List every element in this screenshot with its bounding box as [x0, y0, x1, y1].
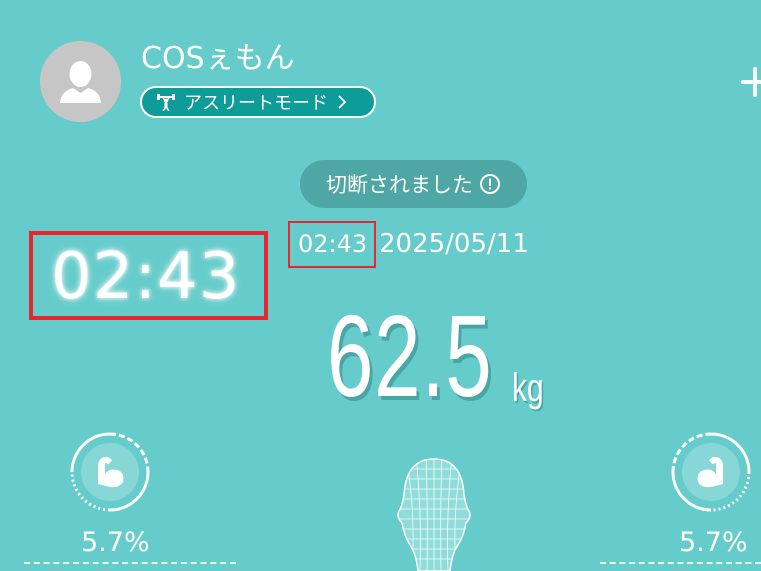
connection-status-label: 切断されました	[326, 173, 473, 197]
mode-label: アスリートモード	[184, 93, 328, 114]
wireframe-head-icon	[397, 458, 471, 571]
measurement-date: 2025/05/11	[379, 229, 529, 259]
username: COSぇもん	[141, 41, 295, 76]
zoomed-time-highlight: 02:43	[29, 231, 268, 320]
weight-unit: kg	[512, 366, 544, 410]
person-silhouette-icon	[40, 41, 121, 122]
weight-value: 62.5	[327, 291, 493, 421]
chevron-right-icon	[338, 95, 347, 109]
left-percent: 5.7%	[81, 527, 150, 558]
right-arm-gauge[interactable]	[669, 430, 753, 514]
left-arm-gauge[interactable]	[68, 430, 152, 514]
right-percent: 5.7%	[679, 527, 748, 558]
measurement-time: 02:43	[298, 230, 368, 258]
avatar[interactable]	[40, 41, 121, 122]
weightlifter-icon	[157, 94, 175, 111]
connection-status-badge[interactable]: 切断されました	[300, 160, 527, 208]
zoomed-time-text: 02:43	[51, 240, 241, 314]
left-divider	[24, 562, 236, 564]
info-circle-icon[interactable]	[479, 173, 501, 195]
athlete-mode-button[interactable]: アスリートモード	[140, 86, 376, 118]
right-divider	[600, 562, 761, 564]
plus-icon[interactable]	[739, 62, 761, 102]
